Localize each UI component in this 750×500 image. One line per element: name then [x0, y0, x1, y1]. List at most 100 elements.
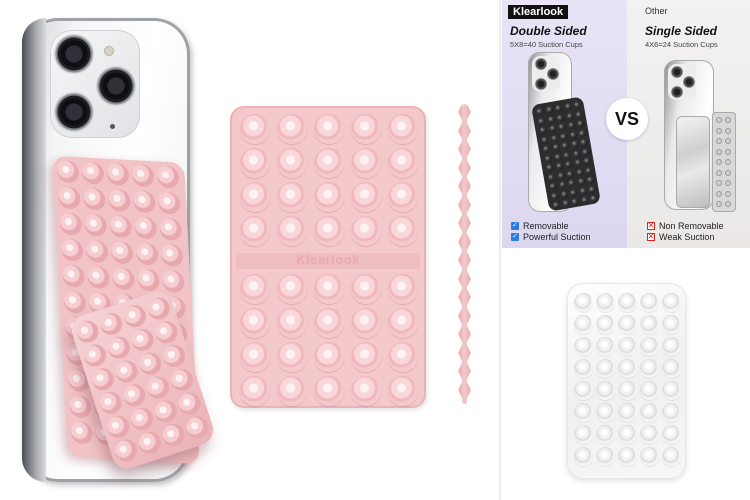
suction-cup	[240, 216, 270, 246]
suction-cup	[574, 293, 593, 312]
microphone-dot	[110, 124, 115, 129]
suction-cup-edge	[458, 307, 462, 324]
suction-cup	[725, 159, 731, 165]
suction-cup	[240, 148, 270, 178]
suction-cup-edge	[458, 196, 462, 213]
suction-cup	[618, 337, 637, 356]
suction-cup	[618, 425, 637, 444]
suction-cup	[175, 389, 204, 418]
suction-cup	[574, 359, 593, 378]
suction-cup-edge	[467, 344, 471, 361]
suction-cup	[388, 342, 418, 372]
suction-cup	[556, 171, 565, 180]
suction-cup	[314, 376, 344, 406]
suction-cup	[640, 447, 659, 466]
suction-cup	[128, 405, 156, 433]
suction-cup	[662, 337, 681, 356]
suction-cup	[277, 114, 307, 144]
suction-cup	[559, 189, 568, 199]
suction-cup	[586, 175, 595, 184]
suction-cup	[562, 150, 571, 159]
suction-cup	[110, 241, 134, 265]
suction-cup	[240, 274, 270, 304]
suction-cup	[144, 373, 172, 402]
suction-cup	[351, 148, 381, 178]
suction-cup	[131, 164, 155, 188]
suction-cup	[135, 242, 159, 266]
suction-cup	[640, 381, 659, 400]
suction-cup	[578, 128, 587, 137]
suction-cup	[388, 274, 418, 304]
suction-cup	[160, 243, 184, 267]
suction-cup	[596, 381, 615, 400]
pad-side-profile-cups	[458, 104, 472, 404]
suction-cup	[576, 119, 585, 128]
suction-cup	[725, 201, 731, 207]
suction-cup	[662, 381, 681, 400]
suction-cup-edge	[458, 381, 462, 398]
suction-cup	[725, 169, 731, 176]
ours-feature-2: ✓ Powerful Suction	[511, 232, 591, 242]
suction-cup	[537, 116, 546, 125]
suction-cup	[716, 180, 722, 186]
suction-cup	[111, 267, 135, 291]
brand-logo: Klearlook	[508, 5, 569, 19]
clear-single-sided-sheet	[676, 116, 710, 208]
suction-cup-edge	[458, 289, 462, 305]
camera-lens-icon	[547, 68, 559, 80]
suction-cup-edge	[467, 215, 471, 231]
suction-cup	[573, 100, 582, 109]
theirs-feature-1-text: Non Removable	[659, 221, 724, 231]
suction-cup	[551, 143, 560, 152]
suction-cup	[535, 107, 544, 116]
suction-cup	[596, 403, 615, 422]
theirs-feature-1: ✕ Non Removable	[647, 221, 724, 231]
suction-cup	[542, 144, 551, 153]
suction-cup	[559, 132, 568, 141]
suction-cup	[640, 337, 659, 356]
suction-cup-edge	[467, 104, 471, 120]
check-icon: ✓	[511, 233, 519, 241]
suction-cup	[168, 365, 196, 394]
suction-cup	[554, 104, 563, 113]
suction-cup	[640, 293, 659, 312]
suction-cup	[569, 188, 578, 197]
suction-cup	[716, 148, 722, 155]
suction-cup	[574, 315, 593, 334]
suction-cup	[57, 186, 81, 210]
suction-cup	[314, 308, 344, 338]
suction-cup	[618, 447, 637, 466]
suction-cup	[82, 187, 106, 211]
suction-cup	[277, 308, 307, 338]
suction-cup	[575, 167, 584, 177]
suction-cup	[579, 138, 588, 147]
suction-cup	[314, 216, 344, 246]
suction-cup	[716, 159, 722, 165]
ours-feature-1-text: Removable	[523, 221, 569, 231]
suction-cup	[571, 149, 581, 158]
suction-cup	[550, 191, 559, 200]
suction-cup	[183, 413, 212, 442]
theirs-feature-2-text: Weak Suction	[659, 232, 715, 242]
suction-cup	[277, 216, 307, 246]
suction-cup	[314, 114, 344, 144]
ours-title: Double Sided	[510, 24, 587, 38]
other-label: Other	[645, 6, 668, 16]
suction-cup	[240, 342, 270, 372]
suction-cup	[640, 403, 659, 422]
suction-cup	[388, 114, 418, 144]
suction-cup	[596, 359, 615, 378]
suction-cup	[277, 342, 307, 372]
suction-cup	[157, 191, 181, 215]
suction-cup	[716, 138, 722, 144]
suction-cup	[388, 376, 418, 406]
suction-cup-edge	[458, 344, 462, 361]
suction-cup	[104, 412, 133, 441]
suction-cup	[388, 216, 418, 246]
suction-cup	[618, 403, 637, 422]
suction-cup-edge	[458, 215, 462, 231]
suction-cup	[662, 403, 681, 422]
suction-cup-edge	[458, 178, 462, 194]
suction-cup	[277, 182, 307, 212]
suction-cup-edge	[458, 141, 462, 157]
